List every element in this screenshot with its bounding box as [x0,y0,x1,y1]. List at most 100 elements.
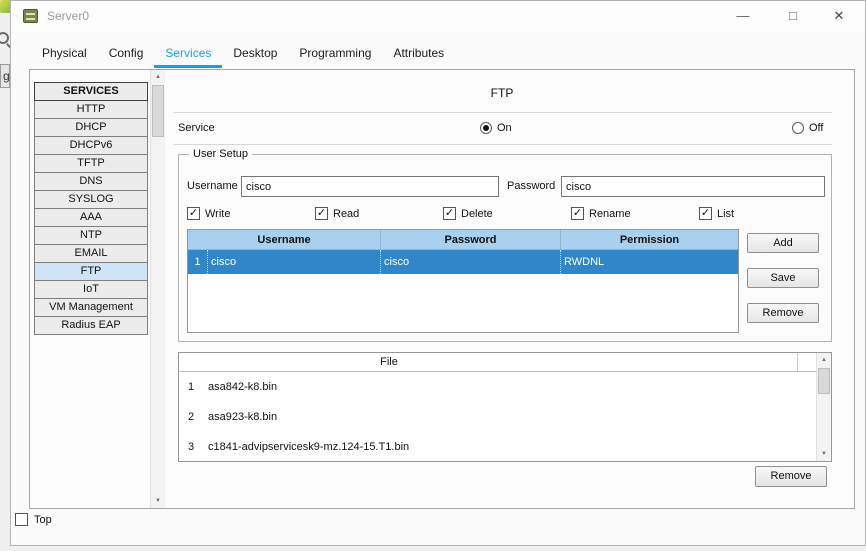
remove-file-button[interactable]: Remove [755,466,827,487]
column-file: File [380,356,398,368]
minimize-button[interactable]: — [726,1,760,31]
radio-off-label: Off [809,122,824,134]
screen: g Server0 — □ ✕ Physical Config Services… [0,0,866,551]
sidebar-item-ftp[interactable]: FTP [34,262,148,281]
write-label: Write [205,207,231,220]
magnifier-icon [0,32,9,44]
sidebar-item-email[interactable]: EMAIL [34,244,148,263]
checkbox-checked-icon: ✓ [315,207,328,220]
sidebar-scrollbar[interactable]: ▲ ▼ [150,70,165,508]
top-checkbox[interactable] [15,513,28,526]
sidebar-item-aaa[interactable]: AAA [34,208,148,227]
maximize-button[interactable]: □ [776,1,810,31]
user-table-header: Username Password Permission [188,230,738,250]
scroll-down-icon[interactable]: ▼ [817,447,831,461]
sidebar-item-dhcp[interactable]: DHCP [34,118,148,137]
file-row[interactable]: 3 c1841-advipservicesk9-mz.124-15.T1.bin [179,432,831,462]
sidebar-item-iot[interactable]: IoT [34,280,148,299]
user-setup-group: User Setup Username Password ✓ Write ✓ R… [178,148,832,342]
file-row[interactable]: 2 asa923-k8.bin [179,402,831,432]
file-index: 2 [188,411,195,423]
tab-bar: Physical Config Services Desktop Program… [31,43,455,68]
sidebar-item-dns[interactable]: DNS [34,172,148,191]
tab-config[interactable]: Config [98,43,155,68]
checkbox-checked-icon: ✓ [699,207,712,220]
file-name: c1841-advipservicesk9-mz.124-15.T1.bin [208,441,410,453]
tab-attributes[interactable]: Attributes [382,43,455,68]
sidebar-header: SERVICES [34,82,148,101]
close-button[interactable]: ✕ [822,1,856,31]
password-input[interactable] [561,176,825,197]
divider [174,112,832,113]
service-off-radio[interactable]: Off [792,118,823,138]
read-label: Read [333,207,360,220]
page-title: FTP [490,86,514,100]
file-index: 3 [188,441,195,453]
file-name: asa842-k8.bin [208,381,278,393]
rename-label: Rename [589,207,631,220]
scroll-up-icon[interactable]: ▲ [817,353,831,367]
write-checkbox[interactable]: ✓ Write [187,207,230,220]
divider [174,144,832,145]
file-table-header: File [179,353,831,372]
row-permission: RWDNL [564,256,605,268]
service-on-radio[interactable]: On [480,118,512,138]
user-table: Username Password Permission 1 cisco cis… [187,229,739,333]
content-frame: SERVICES HTTP DHCP DHCPv6 TFTP DNS SYSLO… [29,69,855,509]
file-table: File 1 asa842-k8.bin 2 asa923-k8.bin 3 c… [178,352,832,462]
tab-programming[interactable]: Programming [288,43,382,68]
password-label: Password [507,180,556,192]
radio-on-label: On [497,122,512,134]
table-row[interactable]: 1 cisco cisco RWDNL [188,250,738,274]
file-name: asa923-k8.bin [208,411,278,423]
sidebar-item-radius-eap[interactable]: Radius EAP [34,316,148,335]
list-checkbox[interactable]: ✓ List [699,207,734,220]
background-partial-toolbar: g [0,64,10,88]
services-sidebar: SERVICES HTTP DHCP DHCPv6 TFTP DNS SYSLO… [34,82,148,335]
delete-checkbox[interactable]: ✓ Delete [443,207,493,220]
file-row[interactable]: 1 asa842-k8.bin [179,372,831,402]
tab-physical[interactable]: Physical [31,43,98,68]
add-button[interactable]: Add [747,233,819,253]
username-input[interactable] [241,176,499,197]
radio-off-icon [792,122,804,134]
save-button[interactable]: Save [747,268,819,288]
file-index: 1 [188,381,195,393]
checkbox-checked-icon: ✓ [571,207,584,220]
list-label: List [717,207,735,220]
checkbox-checked-icon: ✓ [187,207,200,220]
service-row: Service On Off [178,118,830,138]
rename-checkbox[interactable]: ✓ Rename [571,207,631,220]
ftp-panel: FTP Service On Off User Setup Username c… [172,70,854,508]
row-index: 1 [188,250,208,274]
remove-user-button[interactable]: Remove [747,303,819,323]
username-label: Username [187,180,238,192]
tab-desktop[interactable]: Desktop [222,43,288,68]
file-table-scrollbar[interactable]: ▲ ▼ [816,353,831,461]
scrollbar-thumb[interactable] [152,85,164,137]
row-username: cisco [208,250,381,274]
scrollbar-thumb[interactable] [818,368,830,394]
server-icon [23,9,38,23]
sidebar-item-http[interactable]: HTTP [34,100,148,119]
title-bar[interactable]: Server0 — □ ✕ [11,1,865,31]
group-legend: User Setup [189,148,253,160]
read-checkbox[interactable]: ✓ Read [315,207,359,220]
server-dialog: Server0 — □ ✕ Physical Config Services D… [10,0,866,546]
sidebar-item-dhcpv6[interactable]: DHCPv6 [34,136,148,155]
scroll-down-icon[interactable]: ▼ [151,494,165,508]
sidebar-item-tftp[interactable]: TFTP [34,154,148,173]
scroll-up-icon[interactable]: ▲ [151,70,165,84]
delete-label: Delete [461,207,493,220]
column-username: Username [188,230,381,249]
sidebar-item-syslog[interactable]: SYSLOG [34,190,148,209]
sidebar-item-vm-management[interactable]: VM Management [34,298,148,317]
checkbox-checked-icon: ✓ [443,207,456,220]
footer: Top [15,513,52,526]
sidebar-item-ntp[interactable]: NTP [34,226,148,245]
window-title: Server0 [47,9,90,23]
top-label: Top [34,513,52,526]
radio-on-icon [480,122,492,134]
tab-services[interactable]: Services [154,43,223,68]
column-permission: Permission [619,234,680,246]
